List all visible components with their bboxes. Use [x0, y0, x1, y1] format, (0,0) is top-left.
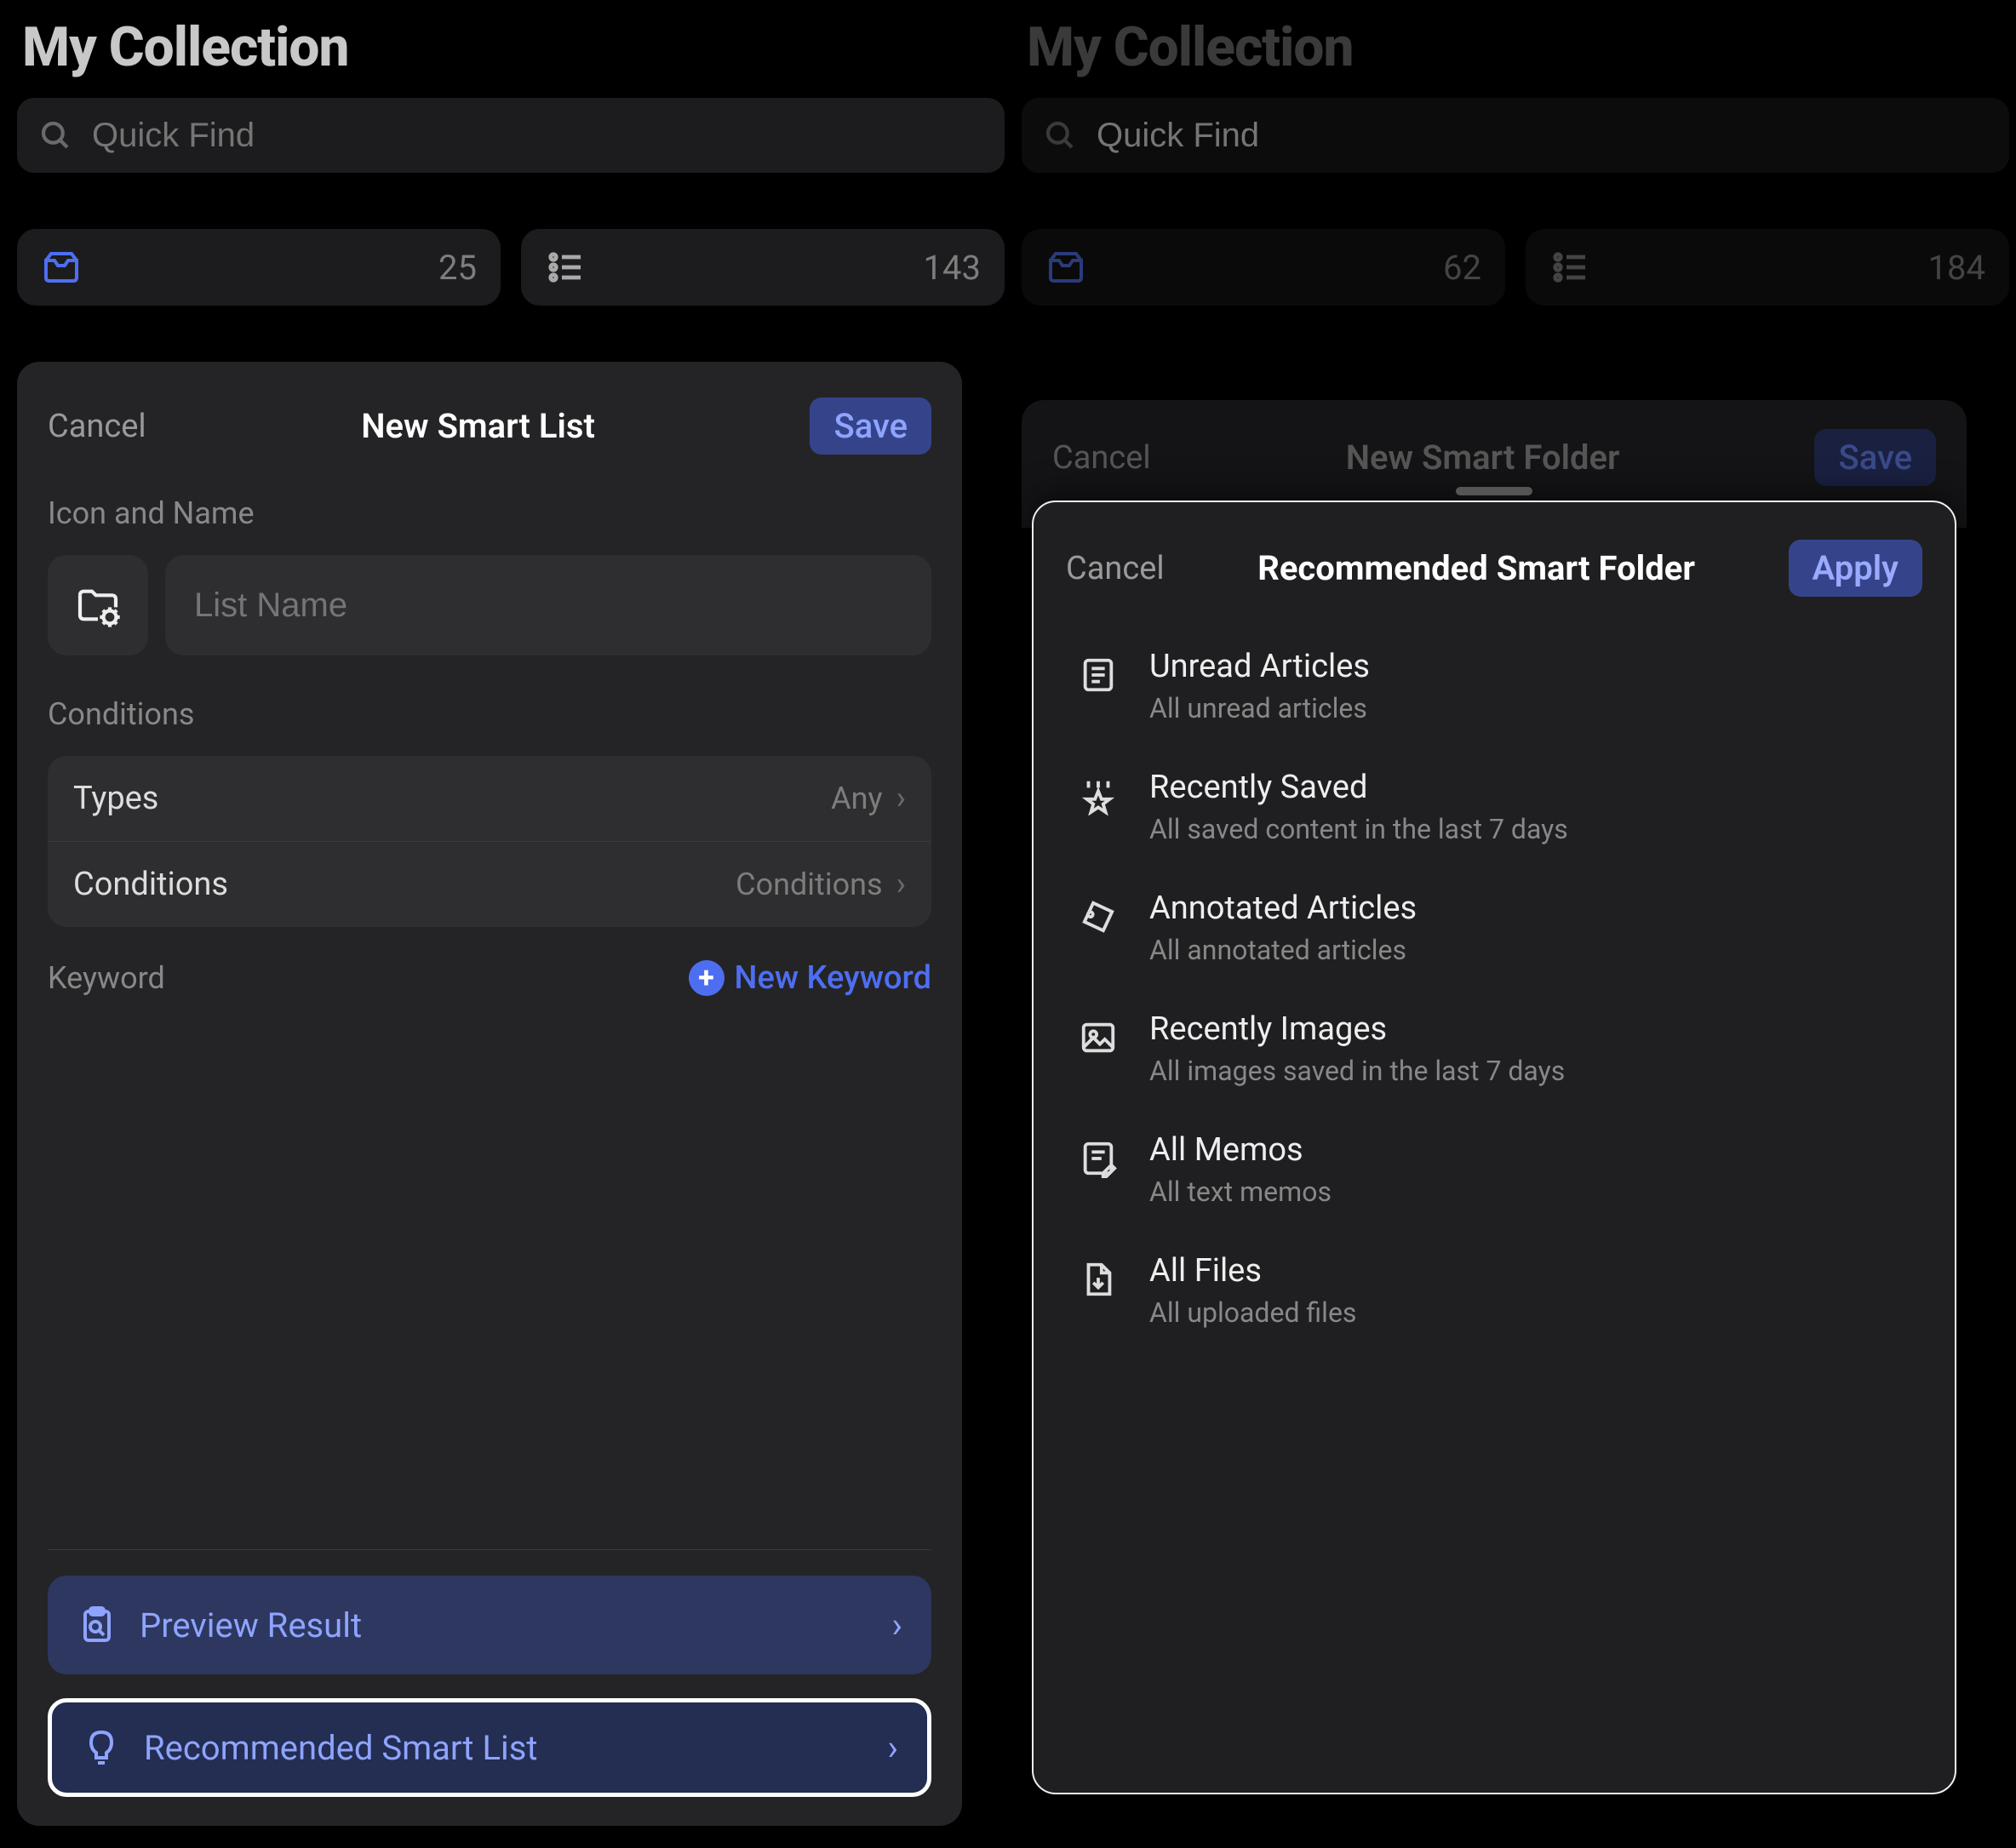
types-row[interactable]: Types Any ›	[48, 756, 931, 841]
types-label: Types	[73, 780, 158, 817]
sheet-header: Cancel New Smart List Save	[48, 398, 931, 455]
article-icon	[1076, 653, 1120, 697]
lightbulb-icon	[81, 1727, 122, 1768]
icon-and-name-label: Icon and Name	[48, 495, 931, 531]
list-icon	[545, 247, 586, 288]
recommended-label: Recommended Smart List	[144, 1728, 537, 1768]
apply-button[interactable]: Apply	[1789, 540, 1922, 597]
inbox-card[interactable]: 62	[1022, 229, 1505, 306]
inbox-count: 62	[1443, 248, 1481, 288]
quick-find-input[interactable]	[90, 116, 984, 156]
rec-subtitle: All images saved in the last 7 days	[1149, 1055, 1565, 1087]
new-smart-list-sheet: Cancel New Smart List Save Icon and Name…	[17, 362, 962, 1826]
conditions-row-label: Conditions	[73, 866, 228, 903]
list-count: 143	[924, 248, 981, 288]
chevron-right-icon: ›	[896, 866, 906, 903]
new-keyword-label: New Keyword	[735, 959, 931, 997]
rec-item-annotated[interactable]: Annotated Articles All annotated articles	[1076, 890, 1922, 966]
image-icon	[1076, 1016, 1120, 1060]
list-name-field[interactable]	[165, 555, 931, 655]
list-name-input[interactable]	[192, 586, 904, 626]
stat-cards: 62 184	[1022, 229, 2009, 306]
rec-title: Recently Saved	[1149, 769, 1568, 806]
rec-title: All Files	[1149, 1252, 1356, 1290]
quick-find-input[interactable]	[1095, 116, 1989, 156]
folder-gear-icon	[74, 581, 122, 629]
chevron-right-icon: ›	[896, 780, 906, 817]
list-card[interactable]: 143	[521, 229, 1005, 306]
rec-title: Annotated Articles	[1149, 890, 1417, 927]
page-title: My Collection	[1027, 15, 2009, 79]
rec-title: Recently Images	[1149, 1010, 1565, 1048]
new-keyword-button[interactable]: + New Keyword	[689, 959, 931, 997]
sheet-title: New Smart List	[361, 406, 595, 446]
chevron-right-icon: ›	[887, 1727, 898, 1769]
rec-item-recently-saved[interactable]: Recently Saved All saved content in the l…	[1076, 769, 1922, 845]
quick-find-field[interactable]	[1022, 98, 2009, 173]
conditions-value: Conditions	[736, 867, 882, 902]
rec-subtitle: All unread articles	[1149, 692, 1370, 724]
conditions-label: Conditions	[48, 696, 931, 732]
divider	[48, 1549, 931, 1550]
sheet-title: New Smart Folder	[1346, 438, 1620, 478]
cancel-button[interactable]: Cancel	[48, 408, 146, 445]
recommended-list: Unread Articles All unread articles Recen…	[1066, 648, 1922, 1329]
rec-subtitle: All uploaded files	[1149, 1296, 1356, 1329]
list-icon	[1549, 247, 1590, 288]
page-title: My Collection	[22, 15, 1005, 79]
rec-item-images[interactable]: Recently Images All images saved in the l…	[1076, 1010, 1922, 1087]
inbox-icon	[1045, 247, 1086, 288]
preview-result-label: Preview Result	[140, 1605, 362, 1645]
rec-subtitle: All saved content in the last 7 days	[1149, 813, 1568, 845]
list-count: 184	[1928, 248, 1985, 288]
memo-icon	[1076, 1136, 1120, 1181]
stat-cards: 25 143	[17, 229, 1005, 306]
save-button[interactable]: Save	[1814, 429, 1936, 486]
save-button[interactable]: Save	[810, 398, 931, 455]
rec-title: Unread Articles	[1149, 648, 1370, 685]
keyword-row: Keyword + New Keyword	[48, 959, 931, 997]
plus-icon: +	[689, 960, 724, 996]
rec-subtitle: All text memos	[1149, 1176, 1332, 1208]
inbox-card[interactable]: 25	[17, 229, 501, 306]
conditions-box: Types Any › Conditions Conditions ›	[48, 756, 931, 927]
star-badge-icon	[1076, 774, 1120, 818]
rec-item-files[interactable]: All Files All uploaded files	[1076, 1252, 1922, 1329]
tag-icon	[1076, 895, 1120, 939]
rec-item-memos[interactable]: All Memos All text memos	[1076, 1131, 1922, 1208]
chevron-right-icon: ›	[891, 1605, 902, 1646]
icon-and-name-row	[48, 555, 931, 655]
rec-subtitle: All annotated articles	[1149, 934, 1417, 966]
keyword-label: Keyword	[48, 960, 165, 996]
rec-item-unread-articles[interactable]: Unread Articles All unread articles	[1076, 648, 1922, 724]
types-value: Any	[831, 781, 882, 816]
list-card[interactable]: 184	[1526, 229, 2009, 306]
search-icon	[1042, 117, 1078, 153]
search-icon	[37, 117, 73, 153]
file-icon	[1076, 1257, 1120, 1302]
icon-picker-button[interactable]	[48, 555, 148, 655]
preview-result-button[interactable]: Preview Result ›	[48, 1576, 931, 1674]
quick-find-field[interactable]	[17, 98, 1005, 173]
clipboard-search-icon	[77, 1605, 117, 1645]
cancel-button[interactable]: Cancel	[1066, 550, 1165, 587]
rec-title: All Memos	[1149, 1131, 1332, 1169]
inbox-icon	[41, 247, 82, 288]
cancel-button[interactable]: Cancel	[1052, 439, 1151, 477]
sheet-title: Recommended Smart Folder	[1257, 548, 1695, 588]
drag-handle[interactable]	[1456, 487, 1532, 495]
conditions-row[interactable]: Conditions Conditions ›	[48, 841, 931, 927]
recommended-smart-folder-sheet: Cancel Recommended Smart Folder Apply Un…	[1032, 501, 1956, 1794]
recommended-smart-list-button[interactable]: Recommended Smart List ›	[48, 1698, 931, 1797]
inbox-count: 25	[438, 248, 477, 288]
